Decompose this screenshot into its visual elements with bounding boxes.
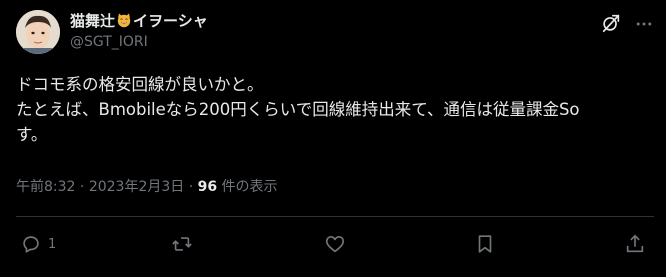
avatar[interactable] (16, 10, 60, 54)
reply-icon (23, 236, 39, 253)
reply-button[interactable]: 1 (20, 232, 56, 256)
reply-count: 1 (48, 236, 57, 252)
meta-separator: · (184, 179, 198, 195)
meta-separator: · (75, 179, 89, 195)
retweet-button[interactable] (171, 232, 193, 256)
grinning-cat-emoji (117, 13, 131, 28)
action-bar: 1 (0, 228, 666, 260)
tweet-date[interactable]: 2023年2月3日 (89, 179, 184, 195)
tweet-text-line: ドコモ系の格安回線が良いかと。 (16, 75, 264, 94)
like-button[interactable] (324, 232, 346, 256)
tweet-text: ドコモ系の格安回線が良いかと。 たとえば、Bmobileなら200円くらいで回線… (16, 72, 654, 147)
display-name-suffix: イヲーシャ (133, 11, 208, 30)
tweet-card: 猫舞辻 イヲーシャ @SGT_IORI ドコモ系の格安回線が良いかと。 たとえば… (0, 0, 666, 277)
display-name[interactable]: 猫舞辻 イヲーシャ (70, 10, 208, 30)
divider (16, 216, 654, 217)
grok-icon[interactable] (600, 12, 622, 34)
tweet-time[interactable]: 午前8:32 (16, 179, 75, 195)
user-handle[interactable]: @SGT_IORI (70, 34, 148, 50)
share-icon (626, 234, 644, 253)
heart-icon (325, 236, 345, 253)
tweet-text-line: す。 (16, 125, 48, 144)
view-count: 96 (197, 179, 218, 195)
bookmark-button[interactable] (474, 232, 496, 256)
tweet-meta: 午前8:32 · 2023年2月3日 · 96 件の表示 (16, 176, 278, 196)
more-options-icon[interactable] (634, 14, 654, 34)
display-name-prefix: 猫舞辻 (70, 11, 116, 30)
avatar-image (16, 10, 60, 54)
share-button[interactable] (624, 232, 646, 256)
retweet-icon (172, 237, 192, 251)
tweet-text-line: たとえば、Bmobileなら200円くらいで回線維持出来て、通信は従量課金So (16, 100, 580, 119)
view-count-label: 件の表示 (217, 179, 278, 195)
bookmark-icon (478, 235, 492, 253)
